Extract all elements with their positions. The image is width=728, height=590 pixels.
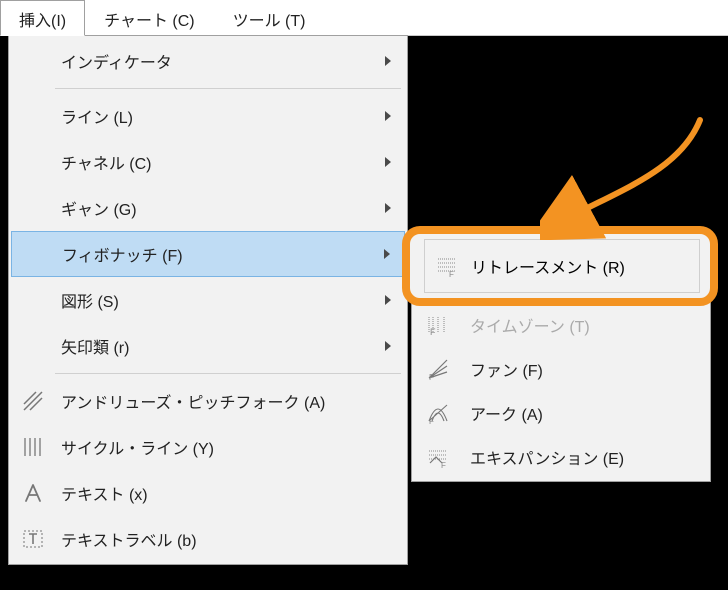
menu-shapes[interactable]: 図形 (S) [11, 277, 405, 323]
menu-separator [55, 373, 401, 374]
cycle-lines-icon [11, 424, 55, 470]
menu-item-label: テキスト (x) [61, 481, 148, 505]
submenu-item-label: ファン (F) [470, 357, 543, 381]
menu-item-label: アンドリューズ・ピッチフォーク (A) [61, 389, 325, 413]
menu-separator [55, 88, 401, 89]
fibo-arc-icon: F [422, 399, 454, 427]
menu-fibonacci[interactable]: フィボナッチ (F) [11, 231, 405, 277]
submenu-arrow-icon [385, 56, 391, 66]
empty-icon [11, 38, 55, 84]
menu-item-label: ライン (L) [61, 104, 133, 128]
menu-textlabel[interactable]: テキストラベル (b) [11, 516, 405, 562]
menu-pitchfork[interactable]: アンドリューズ・ピッチフォーク (A) [11, 378, 405, 424]
submenu-retracement[interactable]: F リトレースメント (R) [424, 239, 700, 293]
fibo-timezones-icon: F [422, 311, 454, 339]
submenu-arrow-icon [385, 111, 391, 121]
svg-text:F: F [430, 327, 436, 337]
menu-item-label: 矢印類 (r) [61, 334, 129, 358]
fibo-fan-icon: F [422, 355, 454, 383]
menu-item-label: サイクル・ライン (Y) [61, 435, 214, 459]
submenu-item-label: リトレースメント (R) [471, 254, 625, 278]
text-label-icon [11, 516, 55, 562]
submenu-timezones[interactable]: F タイムゾーン (T) [414, 303, 708, 347]
menu-text[interactable]: テキスト (x) [11, 470, 405, 516]
submenu-arrow-icon [385, 295, 391, 305]
submenu-arrow-icon [385, 157, 391, 167]
menu-item-label: 図形 (S) [61, 288, 119, 312]
menu-item-label: ギャン (G) [61, 196, 137, 220]
submenu-item-label: アーク (A) [470, 401, 543, 425]
menu-chart[interactable]: チャート (C) [85, 0, 214, 36]
menu-insert[interactable]: 挿入(I) [0, 0, 85, 36]
svg-text:F: F [429, 373, 434, 381]
submenu-item-label: タイムゾーン (T) [470, 313, 590, 337]
submenu-item-label: エキスパンション (E) [470, 445, 624, 469]
menu-line[interactable]: ライン (L) [11, 93, 405, 139]
callout-arrow-icon [540, 110, 710, 230]
menu-gann[interactable]: ギャン (G) [11, 185, 405, 231]
fibo-retracement-icon: F [431, 254, 463, 278]
menu-indicators[interactable]: インディケータ [11, 38, 405, 84]
menu-tools[interactable]: ツール (T) [214, 0, 325, 36]
submenu-arc[interactable]: F アーク (A) [414, 391, 708, 435]
svg-text:F: F [429, 417, 434, 425]
text-icon [11, 470, 55, 516]
insert-dropdown: インディケータ ライン (L) チャネル (C) ギャン (G) フィボナッチ … [8, 35, 408, 565]
fibonacci-submenu: F タイムゾーン (T) F ファン (F) F アーク (A) F エキスパン… [411, 300, 711, 482]
menu-item-label: フィボナッチ (F) [62, 242, 183, 266]
fibo-expansion-icon: F [422, 443, 454, 471]
submenu-expansion[interactable]: F エキスパンション (E) [414, 435, 708, 479]
svg-text:F: F [441, 461, 446, 469]
menu-cyclelines[interactable]: サイクル・ライン (Y) [11, 424, 405, 470]
submenu-arrow-icon [385, 203, 391, 213]
submenu-fan[interactable]: F ファン (F) [414, 347, 708, 391]
menu-item-label: チャネル (C) [61, 150, 152, 174]
menu-item-label: テキストラベル (b) [61, 527, 197, 551]
submenu-arrow-icon [384, 249, 390, 259]
menubar: 挿入(I) チャート (C) ツール (T) [0, 0, 728, 36]
submenu-arrow-icon [385, 341, 391, 351]
svg-text:F: F [449, 270, 454, 278]
menu-item-label: インディケータ [61, 49, 172, 73]
pitchfork-icon [11, 378, 55, 424]
menu-channel[interactable]: チャネル (C) [11, 139, 405, 185]
menu-arrows[interactable]: 矢印類 (r) [11, 323, 405, 369]
